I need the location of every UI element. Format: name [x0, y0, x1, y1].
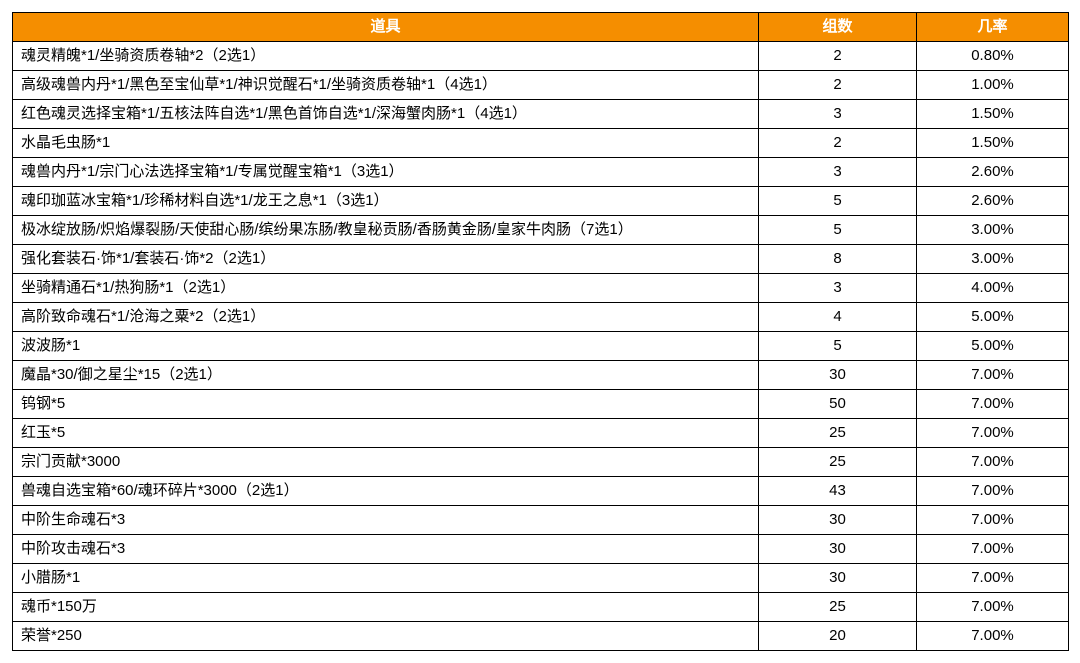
cell-item: 中阶生命魂石*3: [13, 506, 759, 535]
table-row: 荣誉*250207.00%: [13, 622, 1069, 651]
cell-count: 25: [759, 448, 917, 477]
cell-item: 水晶毛虫肠*1: [13, 129, 759, 158]
col-header-item: 道具: [13, 13, 759, 42]
cell-rate: 0.80%: [917, 42, 1069, 71]
cell-item: 荣誉*250: [13, 622, 759, 651]
cell-item: 强化套装石·饰*1/套装石·饰*2（2选1）: [13, 245, 759, 274]
cell-rate: 7.00%: [917, 622, 1069, 651]
table-row: 极冰绽放肠/炽焰爆裂肠/天使甜心肠/缤纷果冻肠/教皇秘贡肠/香肠黄金肠/皇家牛肉…: [13, 216, 1069, 245]
cell-rate: 7.00%: [917, 593, 1069, 622]
table-row: 小腊肠*1307.00%: [13, 564, 1069, 593]
table-row: 红色魂灵选择宝箱*1/五核法阵自选*1/黑色首饰自选*1/深海蟹肉肠*1（4选1…: [13, 100, 1069, 129]
table-row: 水晶毛虫肠*121.50%: [13, 129, 1069, 158]
table-row: 钨钢*5507.00%: [13, 390, 1069, 419]
cell-count: 30: [759, 535, 917, 564]
cell-rate: 7.00%: [917, 477, 1069, 506]
col-header-rate: 几率: [917, 13, 1069, 42]
cell-rate: 7.00%: [917, 506, 1069, 535]
cell-rate: 7.00%: [917, 390, 1069, 419]
cell-rate: 5.00%: [917, 303, 1069, 332]
table-row: 坐骑精通石*1/热狗肠*1（2选1）34.00%: [13, 274, 1069, 303]
cell-count: 2: [759, 42, 917, 71]
cell-count: 2: [759, 129, 917, 158]
cell-count: 3: [759, 100, 917, 129]
cell-item: 钨钢*5: [13, 390, 759, 419]
cell-count: 5: [759, 332, 917, 361]
cell-count: 25: [759, 419, 917, 448]
cell-rate: 1.50%: [917, 129, 1069, 158]
table-row: 宗门贡献*3000257.00%: [13, 448, 1069, 477]
cell-count: 30: [759, 564, 917, 593]
table-row: 魂兽内丹*1/宗门心法选择宝箱*1/专属觉醒宝箱*1（3选1）32.60%: [13, 158, 1069, 187]
cell-item: 魔晶*30/御之星尘*15（2选1）: [13, 361, 759, 390]
cell-item: 魂印珈蓝冰宝箱*1/珍稀材料自选*1/龙王之息*1（3选1）: [13, 187, 759, 216]
cell-item: 宗门贡献*3000: [13, 448, 759, 477]
cell-rate: 2.60%: [917, 187, 1069, 216]
cell-count: 43: [759, 477, 917, 506]
cell-rate: 7.00%: [917, 564, 1069, 593]
drop-rate-table: 道具 组数 几率 魂灵精魄*1/坐骑资质卷轴*2（2选1）20.80%高级魂兽内…: [12, 12, 1069, 651]
cell-item: 魂兽内丹*1/宗门心法选择宝箱*1/专属觉醒宝箱*1（3选1）: [13, 158, 759, 187]
table-row: 高阶致命魂石*1/沧海之粟*2（2选1）45.00%: [13, 303, 1069, 332]
cell-rate: 2.60%: [917, 158, 1069, 187]
cell-count: 5: [759, 187, 917, 216]
cell-item: 中阶攻击魂石*3: [13, 535, 759, 564]
cell-count: 3: [759, 274, 917, 303]
cell-count: 20: [759, 622, 917, 651]
table-row: 红玉*5257.00%: [13, 419, 1069, 448]
cell-count: 30: [759, 361, 917, 390]
cell-count: 3: [759, 158, 917, 187]
cell-rate: 1.50%: [917, 100, 1069, 129]
cell-rate: 3.00%: [917, 216, 1069, 245]
cell-item: 坐骑精通石*1/热狗肠*1（2选1）: [13, 274, 759, 303]
table-row: 魂灵精魄*1/坐骑资质卷轴*2（2选1）20.80%: [13, 42, 1069, 71]
cell-rate: 4.00%: [917, 274, 1069, 303]
cell-item: 高阶致命魂石*1/沧海之粟*2（2选1）: [13, 303, 759, 332]
cell-count: 2: [759, 71, 917, 100]
cell-rate: 1.00%: [917, 71, 1069, 100]
table-row: 兽魂自选宝箱*60/魂环碎片*3000（2选1）437.00%: [13, 477, 1069, 506]
cell-rate: 7.00%: [917, 419, 1069, 448]
cell-rate: 7.00%: [917, 361, 1069, 390]
cell-count: 30: [759, 506, 917, 535]
table-row: 魂币*150万257.00%: [13, 593, 1069, 622]
table-header-row: 道具 组数 几率: [13, 13, 1069, 42]
col-header-count: 组数: [759, 13, 917, 42]
cell-count: 8: [759, 245, 917, 274]
cell-count: 5: [759, 216, 917, 245]
table-row: 中阶生命魂石*3307.00%: [13, 506, 1069, 535]
table-row: 魔晶*30/御之星尘*15（2选1）307.00%: [13, 361, 1069, 390]
cell-item: 小腊肠*1: [13, 564, 759, 593]
cell-item: 高级魂兽内丹*1/黑色至宝仙草*1/神识觉醒石*1/坐骑资质卷轴*1（4选1）: [13, 71, 759, 100]
cell-rate: 3.00%: [917, 245, 1069, 274]
cell-item: 红玉*5: [13, 419, 759, 448]
cell-item: 红色魂灵选择宝箱*1/五核法阵自选*1/黑色首饰自选*1/深海蟹肉肠*1（4选1…: [13, 100, 759, 129]
cell-rate: 7.00%: [917, 448, 1069, 477]
table-row: 高级魂兽内丹*1/黑色至宝仙草*1/神识觉醒石*1/坐骑资质卷轴*1（4选1）2…: [13, 71, 1069, 100]
cell-rate: 5.00%: [917, 332, 1069, 361]
cell-item: 魂灵精魄*1/坐骑资质卷轴*2（2选1）: [13, 42, 759, 71]
cell-item: 波波肠*1: [13, 332, 759, 361]
cell-item: 魂币*150万: [13, 593, 759, 622]
cell-count: 25: [759, 593, 917, 622]
cell-count: 50: [759, 390, 917, 419]
table-row: 波波肠*155.00%: [13, 332, 1069, 361]
cell-item: 极冰绽放肠/炽焰爆裂肠/天使甜心肠/缤纷果冻肠/教皇秘贡肠/香肠黄金肠/皇家牛肉…: [13, 216, 759, 245]
cell-rate: 7.00%: [917, 535, 1069, 564]
cell-item: 兽魂自选宝箱*60/魂环碎片*3000（2选1）: [13, 477, 759, 506]
table-row: 强化套装石·饰*1/套装石·饰*2（2选1）83.00%: [13, 245, 1069, 274]
cell-count: 4: [759, 303, 917, 332]
table-row: 中阶攻击魂石*3307.00%: [13, 535, 1069, 564]
table-row: 魂印珈蓝冰宝箱*1/珍稀材料自选*1/龙王之息*1（3选1）52.60%: [13, 187, 1069, 216]
